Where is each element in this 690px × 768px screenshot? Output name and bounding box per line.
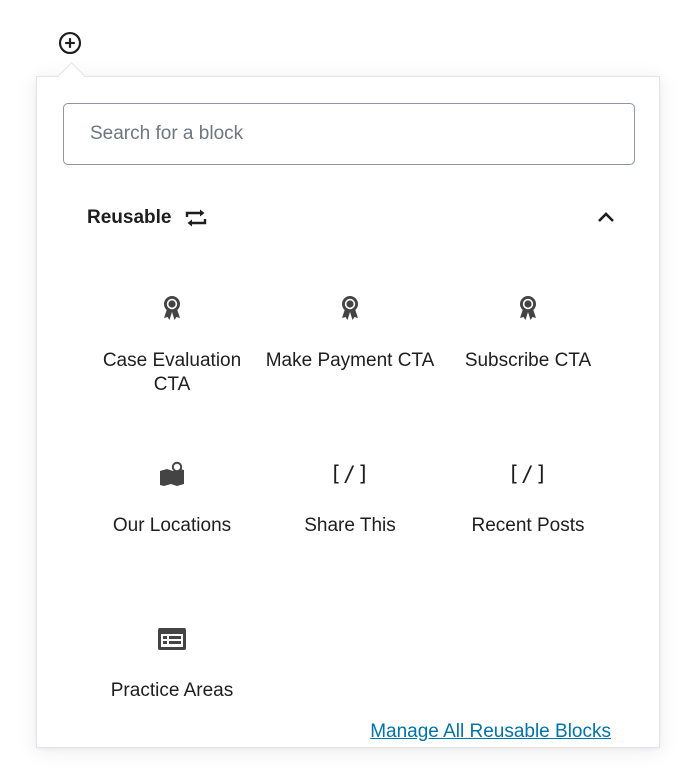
block-label: Recent Posts xyxy=(471,515,585,536)
shortcode-glyph: [/] xyxy=(329,462,371,486)
block-label: Subscribe CTA xyxy=(464,350,592,371)
plus-circle-icon xyxy=(58,31,82,55)
shortcode-icon: [/] xyxy=(507,456,549,492)
block-label: Share This xyxy=(304,515,396,536)
panel-title: Reusable xyxy=(63,207,209,229)
block-label: Case Evaluation CTA xyxy=(102,350,242,395)
block-item-recent-posts[interactable]: [/] Recent Posts xyxy=(439,442,617,607)
chevron-up-icon[interactable] xyxy=(595,207,617,229)
add-block-button[interactable] xyxy=(55,28,85,58)
block-item-share-this[interactable]: [/] Share This xyxy=(261,442,439,607)
block-label: Our Locations xyxy=(112,515,232,536)
award-icon xyxy=(154,291,190,327)
shortcode-glyph: [/] xyxy=(507,462,549,486)
reusable-panel-toggle[interactable]: Reusable xyxy=(63,195,635,241)
award-icon xyxy=(332,291,368,327)
block-item-case-evaluation-cta[interactable]: Case Evaluation CTA xyxy=(83,277,261,442)
block-item-our-locations[interactable]: Our Locations xyxy=(83,442,261,607)
block-item-practice-areas[interactable]: Practice Areas xyxy=(83,607,261,768)
block-label: Practice Areas xyxy=(110,680,234,701)
search-container xyxy=(63,103,635,165)
reusable-icon xyxy=(183,208,209,228)
reusable-block-list: Case Evaluation CTA Make Payment CTA Sub… xyxy=(83,277,617,768)
list-view-icon xyxy=(154,621,190,657)
panel-title-text: Reusable xyxy=(87,207,172,228)
block-item-subscribe-cta[interactable]: Subscribe CTA xyxy=(439,277,617,442)
shortcode-icon: [/] xyxy=(329,456,371,492)
map-icon xyxy=(154,456,190,492)
manage-reusable-blocks-link[interactable]: Manage All Reusable Blocks xyxy=(370,721,611,743)
block-item-make-payment-cta[interactable]: Make Payment CTA xyxy=(261,277,439,442)
block-inserter-popover: Reusable xyxy=(36,76,660,748)
block-label: Make Payment CTA xyxy=(265,350,435,371)
block-search-input[interactable] xyxy=(63,103,635,165)
block-inserter-page: Reusable xyxy=(0,0,690,768)
award-icon xyxy=(510,291,546,327)
